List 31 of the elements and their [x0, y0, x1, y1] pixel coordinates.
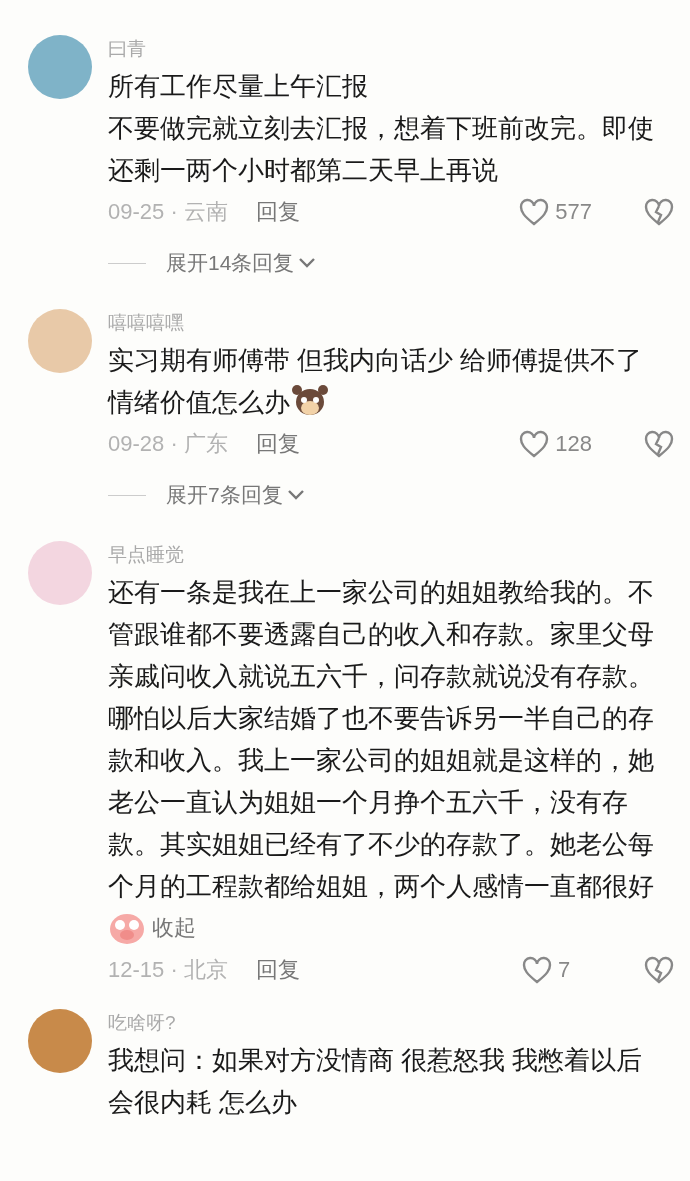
- pig-sticker-icon: [108, 911, 146, 945]
- user-name: 早点睡觉: [108, 543, 185, 567]
- broken-heart-icon[interactable]: [644, 430, 674, 458]
- user-name: 曰青: [108, 37, 147, 61]
- broken-heart-icon[interactable]: [644, 956, 674, 984]
- expand-replies-link[interactable]: 展开14条回复: [166, 249, 317, 277]
- comment-text: 实习期有师傅带 但我内向话少 给师傅提供不了情绪价值怎么办: [108, 344, 644, 419]
- like-count: 7: [558, 957, 572, 983]
- comment-text: 我想问：如果对方没情商 很惹怒我 我憋着以后会很内耗 怎么办: [108, 1044, 644, 1119]
- chevron-down-icon: [298, 257, 317, 269]
- comment-text: 所有工作尽量上午汇报: [108, 70, 369, 103]
- heart-icon[interactable]: [522, 956, 552, 984]
- expand-replies-link[interactable]: 展开7条回复: [166, 481, 305, 509]
- collapse-link[interactable]: 收起: [152, 913, 196, 943]
- date-location: 09-28 · 广东: [108, 430, 228, 458]
- like-count: 128: [555, 431, 592, 457]
- comment-text: 还有一条是我在上一家公司的姐姐教给我的。不管跟谁都不要透露自己的收入和存款。家里父母亲戚问收入就说五六千，问存款就说没有存款。哪怕以后大家结婚了也不要告诉另一半自己的存款和收入。我上一家公司的姐姐就是这样的，她老公一直认为姐姐一个月挣个五六千，没有存款。其实姐姐已经有了不少的存款了。她老公每个月的工程款都给姐姐，两个人感情一直都很好: [108, 576, 655, 903]
- reply-link[interactable]: 回复: [255, 955, 300, 985]
- heart-icon[interactable]: [519, 198, 550, 226]
- date-location: 09-25 · 云南: [108, 198, 228, 226]
- like-count: 577: [555, 199, 592, 225]
- date-location: 12-15 · 北京: [108, 956, 228, 984]
- dog-sticker-icon: [292, 383, 328, 417]
- comment-text: 不要做完就立刻去汇报，想着下班前改完。即使还剩一两个小时都第二天早上再说: [108, 112, 655, 187]
- reply-link[interactable]: 回复: [255, 197, 300, 227]
- heart-icon[interactable]: [519, 430, 550, 458]
- reply-link[interactable]: 回复: [255, 429, 300, 459]
- broken-heart-icon[interactable]: [644, 198, 674, 226]
- user-name: 嘻嘻嘻嘿: [108, 311, 185, 335]
- chevron-down-icon: [286, 489, 305, 501]
- user-name: 吃啥呀?: [108, 1011, 177, 1035]
